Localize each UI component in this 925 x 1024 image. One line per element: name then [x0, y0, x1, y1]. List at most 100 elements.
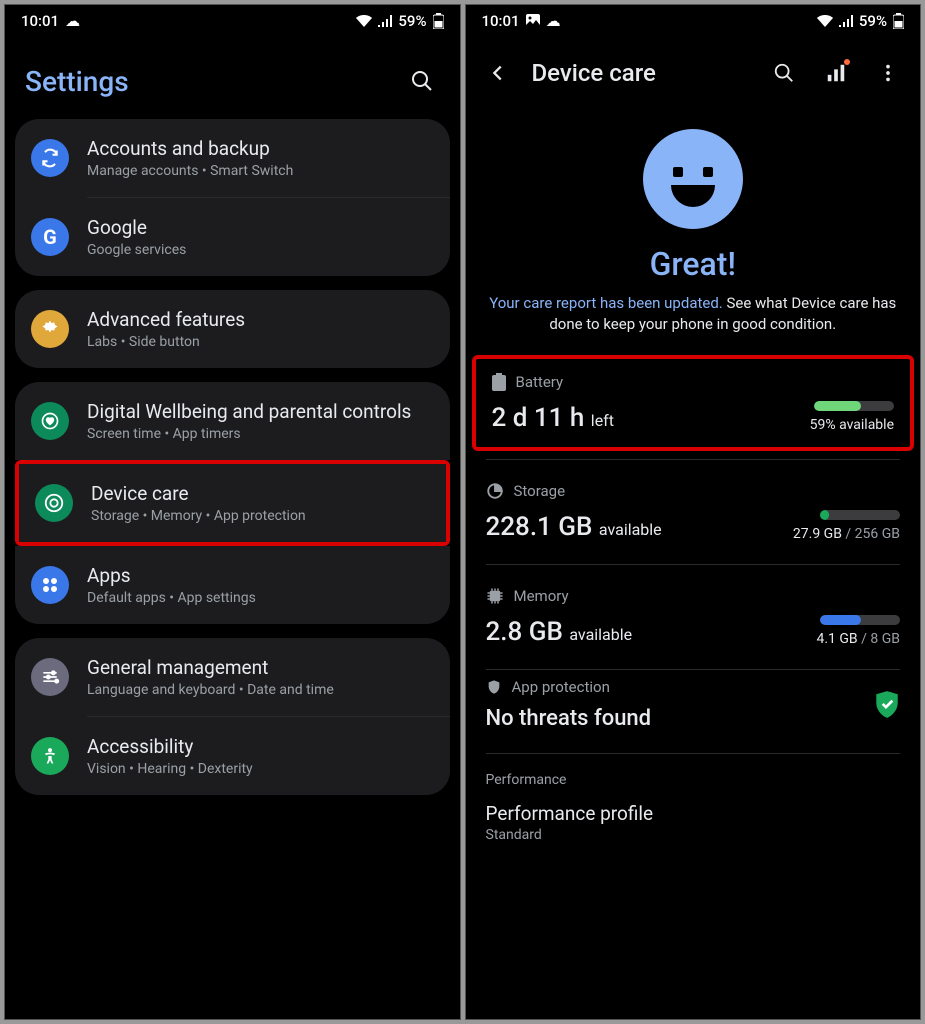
divider	[486, 564, 901, 565]
sliders-icon	[31, 658, 69, 696]
stats-button[interactable]	[818, 55, 854, 91]
battery-bar	[814, 401, 894, 411]
status-time: 10:01	[482, 12, 520, 30]
signal-icon	[839, 15, 853, 27]
item-title: Performance profile	[486, 802, 901, 825]
divider	[486, 753, 901, 754]
page-title: Settings	[25, 65, 404, 98]
page-title: Device care	[532, 59, 751, 87]
battery-icon	[433, 13, 444, 29]
status-time: 10:01	[21, 12, 59, 30]
settings-group: Apps Default apps • App settings	[15, 546, 450, 624]
status-bar: 10:01 ☁ 59%	[5, 5, 460, 37]
item-subtitle: Screen time • App timers	[87, 426, 434, 442]
sync-icon	[31, 139, 69, 177]
settings-item-google[interactable]: G Google Google services	[15, 198, 450, 276]
battery-icon	[893, 13, 904, 29]
wifi-icon	[356, 15, 372, 27]
item-subtitle: Manage accounts • Smart Switch	[87, 163, 434, 179]
google-icon: G	[31, 218, 69, 256]
stat-label: Storage	[514, 482, 566, 500]
item-value: Standard	[486, 827, 901, 843]
battery-percent: 59%	[398, 12, 426, 30]
settings-group: Accounts and backup Manage accounts • Sm…	[15, 119, 450, 276]
stat-label: Battery	[516, 373, 564, 391]
battery-percent: 59%	[859, 12, 887, 30]
item-title: Accessibility	[87, 735, 434, 758]
stat-memory[interactable]: Memory 2.8 GB available 4.1 GB / 8 GB	[466, 573, 921, 661]
settings-item-digital-wellbeing[interactable]: Digital Wellbeing and parental controls …	[15, 382, 450, 460]
performance-profile-item[interactable]: Performance profile Standard	[486, 802, 901, 843]
settings-header: Settings	[5, 37, 460, 119]
settings-group: General management Language and keyboard…	[15, 638, 450, 795]
wifi-icon	[817, 15, 833, 27]
settings-item-accounts-backup[interactable]: Accounts and backup Manage accounts • Sm…	[15, 119, 450, 197]
heart-icon	[31, 402, 69, 440]
settings-item-accessibility[interactable]: Accessibility Vision • Hearing • Dexteri…	[15, 717, 450, 795]
notification-dot	[844, 59, 850, 65]
settings-screen: 10:01 ☁ 59% Settings Ac	[4, 4, 461, 1020]
weather-icon: ☁	[65, 12, 80, 30]
settings-item-device-care[interactable]: Device care Storage • Memory • App prote…	[19, 464, 446, 542]
item-title: General management	[87, 656, 434, 679]
item-title: Accounts and backup	[87, 137, 434, 160]
memory-icon	[486, 587, 504, 605]
device-care-screen: 10:01 ☁ 59% Device care	[465, 4, 922, 1020]
item-title: Digital Wellbeing and parental controls	[87, 400, 434, 423]
highlight-device-care: Device care Storage • Memory • App prote…	[15, 460, 450, 546]
battery-available: 59% available	[810, 417, 894, 433]
settings-group: Digital Wellbeing and parental controls …	[15, 382, 450, 460]
stat-label: Memory	[514, 587, 569, 605]
storage-icon	[486, 482, 504, 500]
item-subtitle: Vision • Hearing • Dexterity	[87, 761, 434, 777]
status-face-icon	[643, 129, 743, 229]
item-title: Advanced features	[87, 308, 434, 331]
settings-item-general-management[interactable]: General management Language and keyboard…	[15, 638, 450, 716]
status-report: Your care report has been updated. See w…	[466, 293, 921, 355]
apps-icon	[31, 566, 69, 604]
image-icon	[526, 14, 540, 28]
storage-usage: 27.9 GB / 256 GB	[793, 526, 900, 542]
stat-storage[interactable]: Storage 228.1 GB available 27.9 GB / 256…	[466, 468, 921, 556]
back-button[interactable]	[480, 55, 516, 91]
settings-group: Advanced features Labs • Side button	[15, 290, 450, 368]
performance-section: Performance Performance profile Standard	[466, 762, 921, 843]
report-updated: Your care report has been updated.	[489, 294, 723, 312]
weather-icon: ☁	[546, 12, 561, 30]
stat-main: 228.1 GB available	[486, 512, 662, 542]
stat-main: 2.8 GB available	[486, 617, 633, 647]
storage-bar	[820, 510, 900, 520]
shield-icon	[486, 678, 502, 696]
stat-label: App protection	[512, 678, 610, 696]
stat-battery[interactable]: Battery 2 d 11 h left 59% available	[472, 355, 915, 451]
stat-app-protection[interactable]: App protection No threats found	[466, 678, 921, 745]
memory-usage: 4.1 GB / 8 GB	[816, 631, 900, 647]
memory-bar	[820, 615, 900, 625]
divider	[486, 669, 901, 670]
item-title: Apps	[87, 564, 434, 587]
item-title: Google	[87, 216, 434, 239]
item-subtitle: Default apps • App settings	[87, 590, 434, 606]
item-title: Device care	[91, 482, 430, 505]
more-button[interactable]	[870, 55, 906, 91]
signal-icon	[378, 15, 392, 27]
status-bar: 10:01 ☁ 59%	[466, 5, 921, 37]
settings-item-advanced-features[interactable]: Advanced features Labs • Side button	[15, 290, 450, 368]
section-label: Performance	[486, 772, 901, 788]
item-subtitle: Language and keyboard • Date and time	[87, 682, 434, 698]
device-care-header: Device care	[466, 37, 921, 109]
item-subtitle: Google services	[87, 242, 434, 258]
battery-icon	[492, 373, 506, 391]
status-title: Great!	[466, 245, 921, 283]
accessibility-icon	[31, 737, 69, 775]
app-protection-status: No threats found	[486, 706, 875, 731]
item-subtitle: Storage • Memory • App protection	[91, 508, 430, 524]
item-subtitle: Labs • Side button	[87, 334, 434, 350]
shield-check-icon	[874, 690, 900, 720]
gear-icon	[31, 310, 69, 348]
search-button[interactable]	[766, 55, 802, 91]
search-button[interactable]	[404, 63, 440, 99]
divider	[486, 459, 901, 460]
device-care-icon	[35, 484, 73, 522]
settings-item-apps[interactable]: Apps Default apps • App settings	[15, 546, 450, 624]
